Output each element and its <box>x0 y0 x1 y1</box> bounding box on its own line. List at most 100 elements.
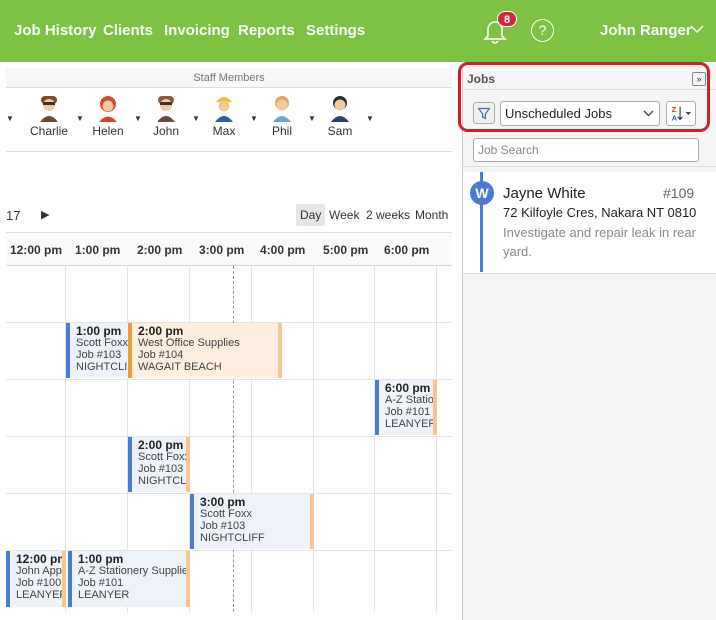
event-client: John Apple <box>16 565 66 577</box>
avatar-icon <box>273 96 291 122</box>
current-time-line <box>233 266 234 612</box>
grid-divider <box>436 266 437 612</box>
nav-job-history[interactable]: Job History <box>14 22 97 39</box>
time-label: 6:00 pm <box>384 243 430 257</box>
event-client: West Office Supplies <box>138 337 240 349</box>
time-label: 4:00 pm <box>260 243 306 257</box>
event-location: LEANYER <box>385 418 437 430</box>
staff-helen[interactable]: Helen <box>83 94 133 138</box>
time-header: 12:00 pm 1:00 pm 2:00 pm 3:00 pm 4:00 pm… <box>6 232 452 266</box>
calendar-event[interactable]: 1:00 pm A-Z Stationery Supplies Job #101… <box>68 551 190 607</box>
calendar-event[interactable]: 2:00 pm Scott Foxx Job #103 NIGHTCLIFF <box>128 437 190 492</box>
event-job: Job #100 <box>16 577 62 589</box>
avatar-icon <box>157 96 175 122</box>
event-client: Scott Foxx <box>138 451 190 463</box>
event-tail <box>62 551 66 607</box>
time-label: 5:00 pm <box>323 243 369 257</box>
event-client: A-Z Stationery Supplies <box>78 565 190 577</box>
event-time: 2:00 pm <box>138 324 184 338</box>
event-tail <box>278 323 282 378</box>
job-client-name: Jayne White <box>503 185 586 202</box>
event-time: 3:00 pm <box>200 495 246 509</box>
event-location: WAGAIT BEACH <box>138 361 222 373</box>
avatar-icon <box>40 96 58 122</box>
grid-divider <box>374 266 375 612</box>
time-label: 3:00 pm <box>199 243 245 257</box>
event-time: 12:00 pm <box>16 552 66 566</box>
event-time: 1:00 pm <box>76 324 122 338</box>
grid-divider <box>251 266 252 612</box>
staff-john[interactable]: John <box>141 94 191 138</box>
chevron-down-icon[interactable] <box>690 24 704 34</box>
staff-phil[interactable]: Phil <box>257 94 307 138</box>
help-icon[interactable]: ? <box>531 19 554 42</box>
event-job: Job #101 <box>385 406 431 418</box>
event-location: NIGHTCLIFF <box>76 361 128 373</box>
user-menu[interactable]: John Ranger <box>600 22 692 39</box>
staff-name: Charlie <box>29 124 68 138</box>
time-label: 1:00 pm <box>75 243 121 257</box>
job-avatar: W <box>470 181 494 205</box>
event-tail <box>186 437 190 492</box>
event-time: 2:00 pm <box>138 438 184 452</box>
avatar-icon <box>331 96 349 122</box>
calendar-grid[interactable]: 1:00 pm Scott Foxx Job #103 NIGHTCLIFF 2… <box>6 266 452 612</box>
job-number: #109 <box>663 185 695 201</box>
event-tail <box>310 494 314 549</box>
view-day-button[interactable]: Day <box>296 204 326 226</box>
avatar-icon <box>99 96 117 122</box>
nav-settings[interactable]: Settings <box>306 22 365 39</box>
job-description: Investigate and repair leak in rear yard… <box>503 225 696 259</box>
calendar-event[interactable]: 6:00 pm A-Z Station Job #101 LEANYER <box>375 380 437 435</box>
event-location: NIGHTCLIFF <box>200 532 265 544</box>
next-date-icon[interactable]: ▶ <box>41 208 49 221</box>
nav-clients[interactable]: Clients <box>103 22 153 39</box>
staff-name: Max <box>212 124 236 138</box>
staff-max[interactable]: Max <box>199 94 249 138</box>
divider <box>462 166 716 167</box>
event-time: 6:00 pm <box>385 381 431 395</box>
event-tail <box>433 380 437 435</box>
event-client: A-Z Station <box>385 394 437 406</box>
calendar-event[interactable]: 1:00 pm Scott Foxx Job #103 NIGHTCLIFF <box>66 323 128 378</box>
staff-name: Sam <box>327 124 353 138</box>
view-week-button[interactable]: Week <box>325 204 363 226</box>
nav-reports[interactable]: Reports <box>238 22 295 39</box>
job-search-placeholder: Job Search <box>478 143 539 157</box>
event-time: 1:00 pm <box>78 552 124 566</box>
staff-name: Helen <box>92 124 124 138</box>
staff-members-header: Staff Members <box>6 68 452 88</box>
event-location: NIGHTCLIFF <box>138 475 190 487</box>
event-job: Job #101 <box>78 577 124 589</box>
avatar-icon <box>215 97 233 122</box>
event-job: Job #104 <box>138 349 184 361</box>
staff-name: John <box>152 124 180 138</box>
view-month-button[interactable]: Month <box>411 204 452 226</box>
event-job: Job #103 <box>76 349 122 361</box>
event-tail <box>186 551 190 607</box>
event-job: Job #103 <box>138 463 184 475</box>
staff-dropdown-caret[interactable]: ▼ <box>6 114 14 123</box>
grid-divider <box>6 436 452 437</box>
event-client: Scott Foxx <box>200 508 252 520</box>
event-location: LEANYER <box>16 589 66 601</box>
staff-charlie[interactable]: Charlie <box>24 94 74 138</box>
time-label: 2:00 pm <box>137 243 183 257</box>
event-job: Job #103 <box>200 520 246 532</box>
event-client: Scott Foxx <box>76 337 128 349</box>
staff-name: Phil <box>271 124 292 138</box>
staff-sam[interactable]: Sam <box>315 94 365 138</box>
job-address: 72 Kilfoyle Cres, Nakara NT 0810 <box>503 205 697 220</box>
job-search-input[interactable]: Job Search <box>473 138 699 162</box>
grid-divider <box>313 266 314 612</box>
calendar-event[interactable]: 3:00 pm Scott Foxx Job #103 NIGHTCLIFF <box>190 494 314 549</box>
time-label: 12:00 pm <box>10 243 63 257</box>
calendar-event[interactable]: 2:00 pm West Office Supplies Job #104 WA… <box>128 323 282 378</box>
event-location: LEANYER <box>78 589 130 601</box>
calendar-event[interactable]: 12:00 pm John Apple Job #100 LEANYER <box>6 551 66 607</box>
staff-dropdown-caret[interactable]: ▼ <box>366 114 374 123</box>
staff-members-row: ▼ Charlie ▼ Helen ▼ John ▼ Max ▼ Phil ▼ … <box>6 88 452 152</box>
nav-invoicing[interactable]: Invoicing <box>164 22 230 39</box>
view-2-weeks-button[interactable]: 2 weeks <box>362 204 414 226</box>
notification-badge: 8 <box>497 11 517 27</box>
